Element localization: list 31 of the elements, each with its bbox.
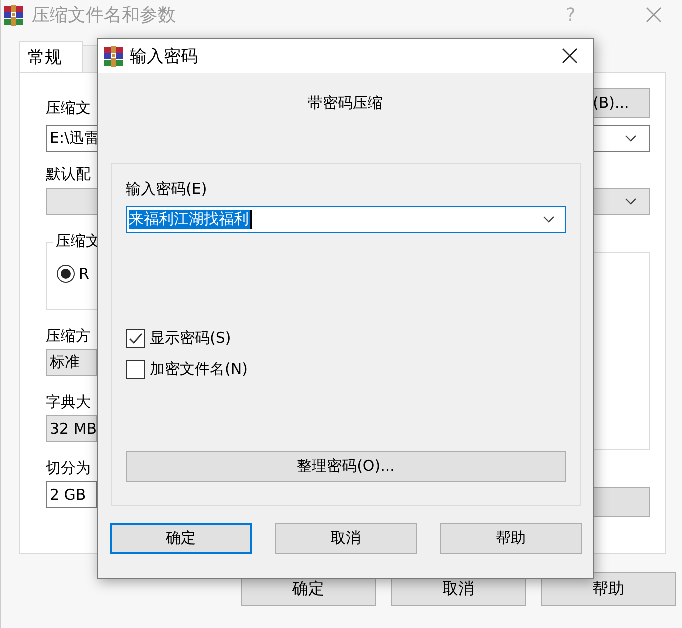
archive-icon <box>103 46 124 66</box>
field-label: 默认配 <box>46 164 91 184</box>
field-label: 字典大 <box>46 392 91 412</box>
organize-passwords-button[interactable]: 整理密码(O)... <box>126 451 566 482</box>
close-icon[interactable] <box>562 48 578 64</box>
dictionary-dropdown[interactable]: 32 MB <box>46 415 97 442</box>
field-label: 压缩文 <box>46 98 91 118</box>
dialog-button[interactable]: 帮助 <box>541 572 676 606</box>
field-label: 压缩方 <box>46 326 91 346</box>
dialog-title: 输入密码 <box>130 46 198 68</box>
dialog-heading: 带密码压缩 <box>307 94 384 113</box>
dialog-button[interactable]: 帮助 <box>440 523 582 554</box>
checkbox[interactable] <box>126 360 145 379</box>
dialog-button[interactable]: 取消 <box>275 523 417 554</box>
radio-button[interactable] <box>57 265 75 283</box>
checkbox-label: 加密文件名(N) <box>150 360 248 379</box>
archive-icon <box>3 4 24 26</box>
method-dropdown[interactable]: 标准 <box>46 349 97 376</box>
dialog-button[interactable]: 确定 <box>110 523 252 554</box>
window-title: 压缩文件名和参数 <box>32 4 176 27</box>
field-label: 切分为 <box>46 458 91 478</box>
split-size-field[interactable]: 2 GB <box>46 481 97 508</box>
radio-label: R <box>79 265 90 283</box>
tab[interactable]: 常规 <box>19 41 83 72</box>
field-label: 输入密码(E) <box>126 180 208 199</box>
caret-icon <box>625 135 637 142</box>
checkbox[interactable] <box>126 329 145 348</box>
caret-icon <box>543 216 555 223</box>
checkbox-label: 显示密码(S) <box>150 329 232 348</box>
caret-icon <box>625 198 637 205</box>
password-field[interactable]: 来福利江湖找福利 <box>126 206 566 233</box>
